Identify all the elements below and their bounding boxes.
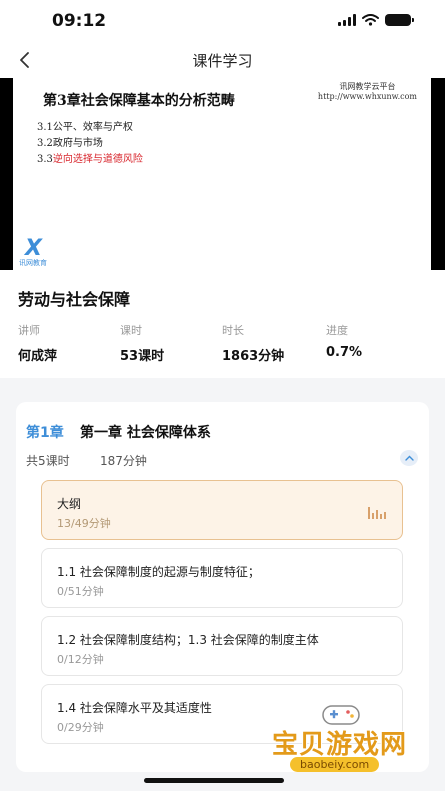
slide-line-prefix: 3.3: [37, 154, 53, 165]
slide-line: 3.2政府与市场: [37, 134, 103, 149]
site-watermark-url: baobeiy.com: [290, 757, 380, 772]
collapse-button[interactable]: [400, 450, 418, 466]
page-title: 课件学习: [192, 52, 253, 70]
course-info: 劳动与社会保障 讲师 课时 时长 进度 何成萍 53课时 1863分钟 0.7%: [0, 270, 445, 378]
lesson-progress: 0/29分钟: [57, 721, 104, 734]
meta-label-lessons: 课时: [120, 324, 142, 337]
meta-value-duration: 1863分钟: [222, 349, 285, 364]
meta-label-duration: 时长: [222, 324, 244, 337]
lesson-progress: 0/51分钟: [57, 585, 104, 598]
slide-watermark: 讯网教学云平台 http://www.whxunw.com: [318, 82, 417, 102]
slide-line: 3.3逆向选择与道德风险: [37, 150, 143, 165]
lesson-item[interactable]: 1.2 社会保障制度结构；1.3 社会保障的制度主体 0/12分钟: [41, 616, 403, 676]
slide-frame: 第3章社会保障基本的分析范畴 讯网教学云平台 http://www.whxunw…: [13, 78, 431, 270]
lesson-title: 大纲: [57, 497, 82, 511]
meta-value-progress: 0.7%: [326, 345, 363, 360]
logo: X 讯网教育: [19, 236, 63, 268]
chapter-number: 第1章: [26, 425, 64, 441]
lesson-title: 1.1 社会保障制度的起源与制度特征；: [57, 565, 260, 579]
lesson-progress: 0/12分钟: [57, 653, 104, 666]
slide-line-prefix: 3.2: [37, 138, 53, 149]
lesson-title: 1.2 社会保障制度结构；1.3 社会保障的制度主体: [57, 633, 319, 647]
nav-bar: 课件学习: [0, 44, 445, 78]
chapter-title: 第一章 社会保障体系: [80, 425, 211, 441]
chapter-minutes: 187分钟: [100, 454, 147, 468]
slide-line: 3.1公平、效率与产权: [37, 118, 133, 133]
wifi-icon: [362, 14, 379, 26]
slide-line-text: 公平、效率与产权: [52, 122, 133, 133]
logo-text: 讯网教育: [19, 259, 47, 267]
slide-watermark-line1: 讯网教学云平台: [339, 82, 396, 91]
status-icons: [338, 14, 414, 26]
video-player[interactable]: 第3章社会保障基本的分析范畴 讯网教学云平台 http://www.whxunw…: [0, 78, 445, 270]
lesson-item-active[interactable]: 大纲 13/49分钟: [41, 480, 403, 540]
site-watermark: 宝贝游戏网 baobeiy.com: [272, 700, 422, 780]
chapter-lesson-count: 共5课时: [26, 454, 70, 468]
site-watermark-text: 宝贝游戏网: [272, 730, 408, 760]
slide-line-text: 政府与市场: [52, 138, 103, 149]
meta-value-lessons: 53课时: [120, 349, 165, 364]
lesson-title: 1.4 社会保障水平及其适度性: [57, 701, 212, 715]
home-indicator[interactable]: [144, 778, 284, 783]
course-title: 劳动与社会保障: [18, 290, 131, 309]
cellular-signal-icon: [338, 14, 356, 26]
battery-icon: [385, 14, 414, 26]
slide-line-prefix: 3.1: [37, 122, 53, 133]
chevron-up-icon: [404, 455, 414, 461]
meta-label-lecturer: 讲师: [18, 324, 40, 337]
slide-watermark-line2: http://www.whxunw.com: [317, 92, 417, 101]
lesson-progress: 13/49分钟: [57, 517, 111, 530]
lesson-item[interactable]: 1.1 社会保障制度的起源与制度特征； 0/51分钟: [41, 548, 403, 608]
slide-line-text: 逆向选择与道德风险: [52, 154, 143, 165]
status-time: 09:12: [52, 11, 107, 31]
meta-label-progress: 进度: [326, 324, 348, 337]
slide-title: 第3章社会保障基本的分析范畴: [43, 93, 235, 109]
status-bar: 09:12: [0, 0, 445, 44]
meta-value-lecturer: 何成萍: [18, 349, 58, 364]
equalizer-icon: [368, 507, 386, 519]
